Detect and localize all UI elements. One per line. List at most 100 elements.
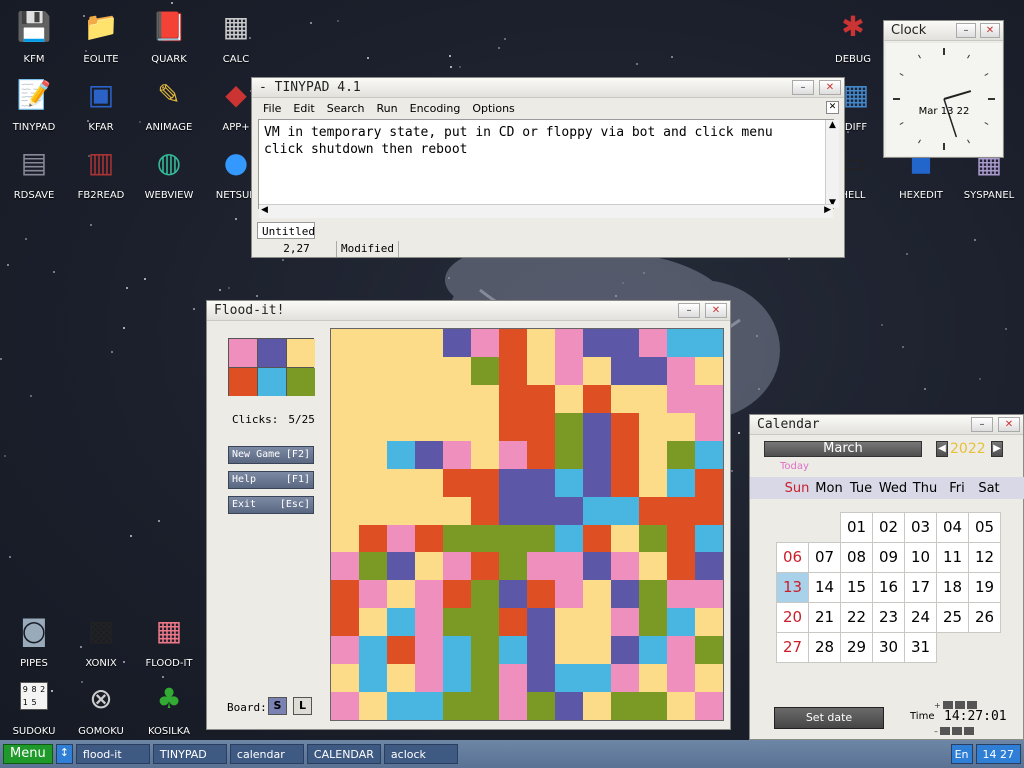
day-25[interactable]: 25 — [936, 602, 969, 633]
menu-item-options[interactable]: Options — [472, 102, 514, 115]
new-game-button[interactable]: New Game [F2] — [228, 446, 314, 464]
day-13[interactable]: 13 — [776, 572, 809, 603]
desktop-icon-animage[interactable]: ✎ ANIMAGE — [135, 78, 203, 138]
desktop-icon-tinypad[interactable]: 📝 TINYPAD — [0, 78, 68, 138]
language-indicator[interactable]: En — [950, 744, 973, 764]
close-button[interactable]: ✕ — [705, 303, 727, 318]
close-button[interactable]: ✕ — [998, 417, 1020, 432]
close-button[interactable]: ✕ — [980, 23, 1000, 38]
day-12[interactable]: 12 — [968, 542, 1001, 573]
exit-button[interactable]: Exit [Esc] — [228, 496, 314, 514]
menu-item-encoding[interactable]: Encoding — [410, 102, 461, 115]
desktop-icon-quark[interactable]: 📕 QUARK — [135, 10, 203, 70]
palette-color-g[interactable] — [287, 368, 315, 396]
tinypad-titlebar[interactable]: - TINYPAD 4.1 — [252, 78, 844, 98]
day-08[interactable]: 08 — [840, 542, 873, 573]
desktop-icon-kfar[interactable]: ▣ KFAR — [67, 78, 135, 138]
horizontal-scrollbar[interactable]: ◀ ▶ — [259, 204, 833, 218]
help-button[interactable]: Help [F1] — [228, 471, 314, 489]
day-11[interactable]: 11 — [936, 542, 969, 573]
day-31[interactable]: 31 — [904, 632, 937, 663]
scroll-up-icon[interactable]: ▲ — [826, 120, 839, 130]
flood-board[interactable] — [330, 328, 724, 721]
close-button[interactable]: ✕ — [819, 80, 841, 95]
prev-year-icon[interactable]: ◀ — [936, 441, 948, 457]
desktop-icon-kosilka[interactable]: ♣ KOSILKA — [135, 682, 203, 742]
switch-arrows-icon[interactable]: ↕ — [55, 744, 73, 764]
day-09[interactable]: 09 — [872, 542, 905, 573]
close-tab-icon[interactable]: ✕ — [826, 101, 839, 114]
day-01[interactable]: 01 — [840, 512, 873, 543]
menu-item-run[interactable]: Run — [377, 102, 398, 115]
day-24[interactable]: 24 — [904, 602, 937, 633]
time-down-controls[interactable]: – — [934, 727, 984, 736]
day-10[interactable]: 10 — [904, 542, 937, 573]
menu-item-search[interactable]: Search — [327, 102, 365, 115]
day-26[interactable]: 26 — [968, 602, 1001, 633]
minimize-button[interactable]: – — [956, 23, 976, 38]
time-up-controls[interactable]: + — [934, 701, 984, 710]
day-20[interactable]: 20 — [776, 602, 809, 633]
desktop-icon-pipes[interactable]: ◙ PIPES — [0, 614, 68, 674]
palette-color-r[interactable] — [229, 368, 257, 396]
desktop-icon-debug[interactable]: ✱ DEBUG — [819, 10, 887, 70]
task-calendar[interactable]: CALENDAR — [306, 744, 381, 764]
day-21[interactable]: 21 — [808, 602, 841, 633]
day-17[interactable]: 17 — [904, 572, 937, 603]
task-aclock[interactable]: aclock — [383, 744, 458, 764]
day-29[interactable]: 29 — [840, 632, 873, 663]
day-16[interactable]: 16 — [872, 572, 905, 603]
taskbar-clock: 14 27 — [975, 744, 1021, 764]
flood-it-titlebar[interactable]: Flood-it! — [207, 301, 730, 321]
desktop-icon-rdsave[interactable]: ▤ RDSAVE — [0, 146, 68, 206]
desktop-icon-gomoku[interactable]: ⊗ GOMOKU — [67, 682, 135, 742]
day-07[interactable]: 07 — [808, 542, 841, 573]
task-flood-it[interactable]: flood-it — [75, 744, 150, 764]
palette-color-y[interactable] — [287, 339, 315, 367]
desktop-icon-fb2read[interactable]: ▥ FB2READ — [67, 146, 135, 206]
desktop-icon-calc[interactable]: ▦ CALC — [202, 10, 270, 70]
day-03[interactable]: 03 — [904, 512, 937, 543]
palette-color-p[interactable] — [229, 339, 257, 367]
desktop-icon-eolite[interactable]: 📁 EOLITE — [67, 10, 135, 70]
desktop-icon-sudoku[interactable]: 9 8 2 1 5 SUDOKU — [0, 682, 68, 742]
day-23[interactable]: 23 — [872, 602, 905, 633]
menu-item-edit[interactable]: Edit — [293, 102, 314, 115]
day-28[interactable]: 28 — [808, 632, 841, 663]
palette-color-v[interactable] — [258, 339, 286, 367]
set-date-button[interactable]: Set date — [774, 707, 884, 729]
menu-button[interactable]: Menu — [3, 744, 53, 764]
board-size-large-button[interactable]: L — [293, 697, 312, 715]
board-size-small-button[interactable]: S — [268, 697, 287, 715]
next-year-icon[interactable]: ▶ — [991, 441, 1003, 457]
tab-untitled[interactable]: Untitled — [257, 222, 315, 239]
day-19[interactable]: 19 — [968, 572, 1001, 603]
scroll-left-icon[interactable]: ◀ — [261, 205, 268, 215]
minimize-button[interactable]: – — [792, 80, 814, 95]
scroll-right-icon[interactable]: ▶ — [824, 205, 831, 215]
day-04[interactable]: 04 — [936, 512, 969, 543]
text-editor[interactable]: VM in temporary state, put in CD or flop… — [258, 119, 834, 209]
minimize-button[interactable]: – — [971, 417, 993, 432]
day-15[interactable]: 15 — [840, 572, 873, 603]
day-06[interactable]: 06 — [776, 542, 809, 573]
task-tinypad[interactable]: TINYPAD — [152, 744, 227, 764]
day-22[interactable]: 22 — [840, 602, 873, 633]
day-18[interactable]: 18 — [936, 572, 969, 603]
desktop-icon-webview[interactable]: ◍ WEBVIEW — [135, 146, 203, 206]
day-27[interactable]: 27 — [776, 632, 809, 663]
month-selector[interactable]: March — [764, 441, 922, 457]
desktop-icon-kfm[interactable]: 💾 KFM — [0, 10, 68, 70]
minimize-button[interactable]: – — [678, 303, 700, 318]
day-30[interactable]: 30 — [872, 632, 905, 663]
menu-item-file[interactable]: File — [263, 102, 281, 115]
desktop-icon-flood-it[interactable]: ▦ FLOOD-IT — [135, 614, 203, 674]
day-14[interactable]: 14 — [808, 572, 841, 603]
vertical-scrollbar[interactable]: ▲ ▼ — [825, 120, 839, 208]
desktop-icon-xonix[interactable]: ▩ XONIX — [67, 614, 135, 674]
today-link[interactable]: Today — [780, 461, 809, 472]
task-calendar[interactable]: calendar — [229, 744, 304, 764]
day-05[interactable]: 05 — [968, 512, 1001, 543]
palette-color-c[interactable] — [258, 368, 286, 396]
day-02[interactable]: 02 — [872, 512, 905, 543]
